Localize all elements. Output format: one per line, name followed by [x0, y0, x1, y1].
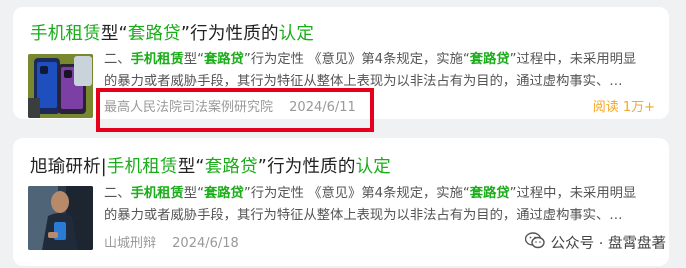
- highlighted-keyword: 认定: [355, 157, 391, 177]
- text-run: ”行为性质的: [257, 157, 356, 177]
- result-snippet: 二、手机租赁型“套路贷”行为定性 《意见》第4条规定，实施“套路贷”过程中，未采…: [104, 183, 659, 226]
- text-run: 型“: [100, 24, 128, 44]
- wechat-icon: [524, 232, 545, 253]
- highlighted-keyword: 套路贷: [204, 157, 258, 177]
- text-run: ”过程中，未采用明显: [509, 52, 637, 67]
- result-meta: 山城刑辩 2024/6/18: [104, 232, 239, 251]
- text-run: 旭瑜研析|: [30, 157, 107, 177]
- text-run: 二、: [104, 186, 131, 201]
- source-name[interactable]: 山城刑辩: [104, 236, 156, 251]
- text-run: 型“: [177, 157, 205, 177]
- thumbnail-phones[interactable]: [28, 54, 93, 118]
- highlighted-keyword: 套路贷: [203, 52, 244, 67]
- text-run: 二、: [104, 52, 131, 67]
- text-run: ”过程中，未采用明显: [509, 186, 637, 201]
- publish-date: 2024/6/18: [172, 236, 239, 251]
- text-run: ”行为定性 《意见》第4条规定，实施“: [243, 186, 470, 201]
- snippet-line-2: 的暴力或者威胁手段，其行为特征从整体上表现为以非法占有为目的，通过虚构事实、…: [104, 207, 623, 223]
- snippet-line-1: 二、手机租赁型“套路贷”行为定性 《意见》第4条规定，实施“套路贷”过程中，未采…: [104, 183, 659, 205]
- read-count: 阅读 1万+: [592, 100, 655, 115]
- highlighted-keyword: 手机租赁: [130, 186, 184, 201]
- highlighted-keyword: 手机租赁: [106, 157, 178, 177]
- result-title[interactable]: 旭瑜研析|手机租赁型“套路贷”行为性质的认定: [30, 153, 391, 178]
- thumbnail-person-phone[interactable]: [28, 186, 93, 250]
- annotation-highlight-box: [96, 88, 374, 132]
- watermark: 公众号 · 盘霄盘著: [524, 232, 666, 253]
- highlighted-keyword: 手机租赁: [130, 52, 184, 67]
- highlighted-keyword: 手机租赁: [30, 24, 101, 44]
- text-run: ”行为性质的: [180, 24, 279, 44]
- highlighted-keyword: 套路贷: [127, 24, 181, 44]
- text-run: 型“: [183, 52, 204, 67]
- text-run: 型“: [183, 186, 204, 201]
- highlighted-keyword: 套路贷: [203, 186, 244, 201]
- highlighted-keyword: 套路贷: [469, 186, 510, 201]
- highlighted-keyword: 套路贷: [469, 52, 510, 67]
- watermark-text: 公众号 · 盘霄盘著: [550, 236, 666, 252]
- snippet-line-1: 二、手机租赁型“套路贷”行为定性 《意见》第4条规定，实施“套路贷”过程中，未采…: [104, 49, 659, 71]
- text-run: ”行为定性 《意见》第4条规定，实施“: [243, 52, 470, 67]
- result-snippet: 二、手机租赁型“套路贷”行为定性 《意见》第4条规定，实施“套路贷”过程中，未采…: [104, 49, 659, 92]
- highlighted-keyword: 认定: [278, 24, 315, 44]
- result-title[interactable]: 手机租赁型“套路贷”行为性质的认定: [30, 20, 314, 45]
